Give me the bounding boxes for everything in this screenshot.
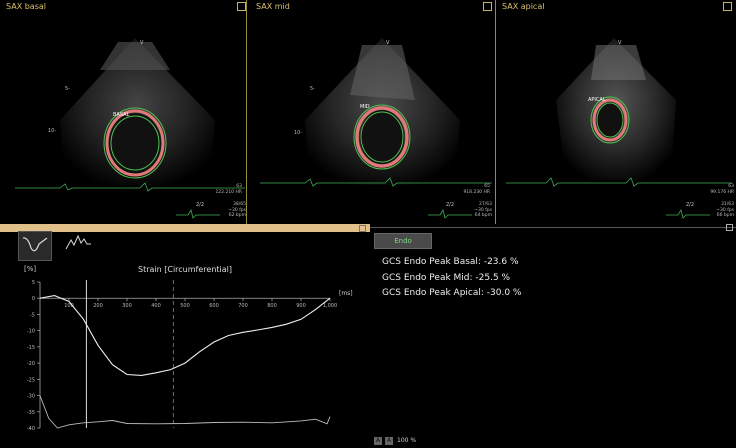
view-expand-button[interactable] [237, 2, 246, 11]
gcs-peak-basal: GCS Endo Peak Basal: -23.6 % [382, 257, 519, 267]
frame-number: 65 [484, 184, 490, 189]
view-sax-mid[interactable]: SAX mid V 5- 10- MID 65 918.230 HR 2/2 2… [250, 0, 496, 224]
x-tick-label: 700 [238, 303, 248, 309]
gcs-peak-mid: GCS Endo Peak Mid: -25.5 % [382, 273, 511, 283]
depth-label: 10- [48, 128, 57, 134]
zoom-level: 100 % [397, 437, 417, 444]
x-tick-label: 600 [209, 303, 219, 309]
panel-toggle-button[interactable] [726, 224, 733, 231]
timeline-scrubber[interactable] [0, 224, 370, 232]
view-separator [246, 0, 247, 224]
y-tick-label: 0 [32, 296, 35, 302]
y-tick-label: -10 [27, 329, 35, 335]
hr-readout: 122.210 HR [215, 190, 242, 195]
view-expand-button[interactable] [483, 2, 492, 11]
echo-image-apical [506, 38, 732, 219]
chart-title: Strain [Circumferential] [138, 265, 232, 274]
probe-marker: V [618, 40, 622, 46]
x-tick-label: 800 [267, 303, 277, 309]
echo-image-mid [260, 38, 492, 219]
curve-thumbnail[interactable] [63, 231, 95, 259]
frame-number: 63 [236, 184, 242, 189]
view-sax-apical[interactable]: SAX apical V APICAL 63 99.176 HR 2/2 31/… [496, 0, 736, 224]
ecg-label: 2/2 [196, 202, 205, 208]
timeline-panel-button[interactable] [359, 225, 366, 232]
x-tick-label: 900 [296, 303, 306, 309]
frame-info: 31/63 ~30 fps 66 bpm [716, 202, 734, 218]
y-tick-label: -15 [27, 345, 35, 351]
curve-thumbnail-selected[interactable] [18, 231, 52, 261]
y-tick-label: -40 [27, 426, 35, 432]
font-increase-button[interactable]: A [385, 437, 393, 445]
y-tick-label: -25 [27, 377, 35, 383]
probe-marker: V [140, 40, 144, 46]
frame-number: 63 [728, 184, 734, 189]
depth-label: 5- [310, 86, 315, 92]
font-decrease-button[interactable]: A [374, 437, 382, 445]
hr-readout: 918.230 HR [463, 190, 490, 195]
y-tick-label: -35 [27, 410, 35, 416]
ecg-label: 2/2 [686, 202, 695, 208]
x-tick-label: 300 [122, 303, 132, 309]
view-title: SAX apical [502, 2, 545, 11]
x-tick-label: 1,000 [323, 303, 337, 309]
y-tick-label: 5 [32, 280, 35, 286]
view-expand-button[interactable] [723, 2, 732, 11]
strain-rate-icon [65, 234, 91, 250]
x-axis-label: [ms] [339, 290, 353, 297]
endo-layer-button[interactable]: Endo [374, 233, 432, 249]
x-tick-label: 500 [180, 303, 190, 309]
segment-label: BASAL [113, 112, 130, 118]
frame-info: 38/65 ~30 fps 62 bpm [228, 202, 246, 218]
strain-curve-icon [22, 237, 48, 252]
depth-label: 5- [65, 86, 70, 92]
view-sax-basal[interactable]: SAX basal V 5- 10- BASAL 63 122.210 HR 2… [0, 0, 250, 224]
strain-chart[interactable]: Strain [Circumferential] [%] 5 0 -5 -10 -15 -20… [0, 262, 370, 434]
ecg-label: 2/2 [446, 202, 455, 208]
y-axis-label: [%] [24, 265, 36, 273]
x-tick-label: 200 [93, 303, 103, 309]
baseline-curve [39, 395, 331, 429]
segment-label: MID [360, 104, 370, 110]
y-tick-label: -30 [27, 394, 35, 400]
y-tick-label: -20 [27, 361, 35, 367]
probe-marker: V [386, 40, 390, 46]
frame-info: 27/63 ~30 fps 64 bpm [474, 202, 492, 218]
view-title: SAX mid [256, 2, 290, 11]
x-tick-label: 400 [151, 303, 161, 309]
segment-label: APICAL [588, 97, 606, 103]
y-tick-label: -5 [30, 312, 35, 318]
view-title: SAX basal [6, 2, 46, 11]
panel-divider [370, 227, 736, 228]
depth-label: 10- [294, 130, 303, 136]
gcs-peak-apical: GCS Endo Peak Apical: -30.0 % [382, 288, 522, 298]
hr-readout: 99.176 HR [710, 190, 734, 195]
